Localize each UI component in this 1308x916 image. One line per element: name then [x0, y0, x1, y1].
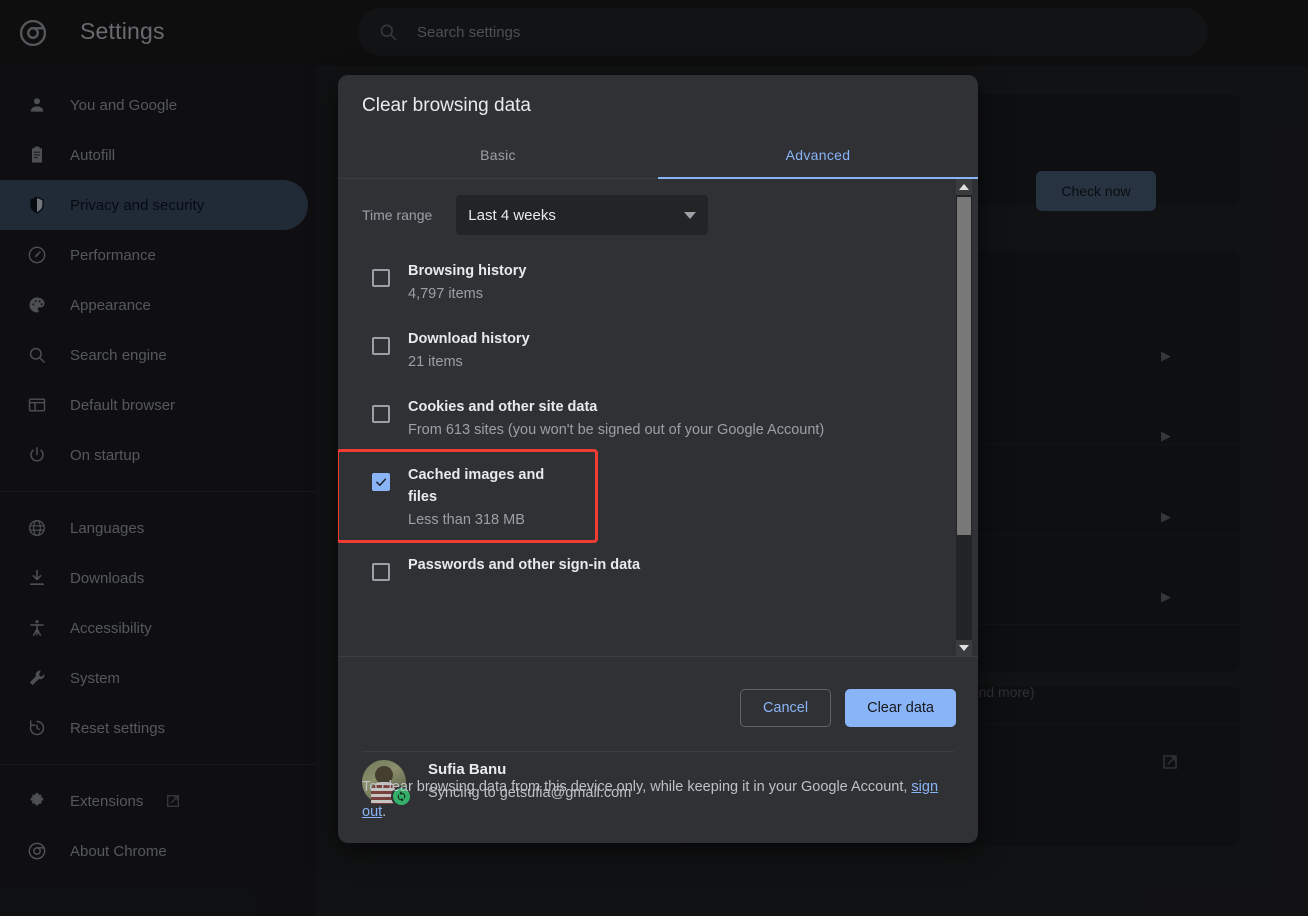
time-range-select[interactable]: Last 4 weeks [456, 195, 708, 235]
item-subtitle: 2 passwords (for , openatlas.shop, synce… [408, 580, 684, 581]
dialog-title: Clear browsing data [362, 95, 531, 117]
dialog-scrollbar-thumb[interactable] [957, 197, 971, 535]
passwords-checkbox[interactable] [372, 563, 390, 581]
item-subtitle: From 613 sites (you won't be signed out … [408, 422, 824, 438]
time-range-row: Time range Last 4 weeks [338, 179, 978, 247]
clear-browsing-data-dialog: Clear browsing data Basic Advanced Time … [338, 75, 978, 843]
cookies-checkbox[interactable] [372, 405, 390, 423]
item-subtitle: 21 items [408, 354, 463, 370]
item-title: Browsing history [408, 263, 526, 279]
dialog-tabs: Basic Advanced [338, 131, 978, 179]
item-title: Download history [408, 331, 530, 347]
scroll-down-arrow-icon[interactable] [956, 640, 972, 656]
chevron-down-icon [684, 212, 696, 219]
tab-advanced[interactable]: Advanced [658, 131, 978, 179]
dialog-scroll-area[interactable]: Time range Last 4 weeks Browsing history… [338, 179, 978, 581]
checkbox-row-download-history[interactable]: Download history 21 items [338, 315, 978, 383]
item-subtitle: 4,797 items [408, 286, 483, 302]
download-history-checkbox[interactable] [372, 337, 390, 355]
footnote-text-before: To clear browsing data from this device … [362, 779, 911, 795]
scroll-up-arrow-icon[interactable] [956, 179, 972, 195]
footnote: To clear browsing data from this device … [362, 775, 952, 825]
checkbox-row-passwords[interactable]: Passwords and other sign-in data 2 passw… [338, 541, 978, 581]
time-range-value: Last 4 weeks [468, 207, 556, 224]
browsing-history-checkbox[interactable] [372, 269, 390, 287]
checkbox-row-cached-images-and-files[interactable]: Cached images and files Less than 318 MB [338, 451, 596, 541]
checkbox-row-cookies-and-site-data[interactable]: Cookies and other site data From 613 sit… [338, 383, 978, 451]
account-divider [362, 751, 954, 752]
item-subtitle: Less than 318 MB [408, 512, 525, 528]
item-title: Cookies and other site data [408, 399, 597, 415]
tab-basic[interactable]: Basic [338, 131, 658, 179]
item-title: Passwords and other sign-in data [408, 557, 640, 573]
item-title: Cached images and files [408, 467, 544, 505]
settings-page: Settings re Check now ▶ ▶ ▶ ▶ s, and mor… [0, 0, 1308, 916]
footnote-text-after: . [382, 804, 386, 820]
time-range-label: Time range [362, 207, 432, 223]
checkbox-row-browsing-history[interactable]: Browsing history 4,797 items [338, 247, 978, 315]
cached-images-checkbox[interactable] [372, 473, 390, 491]
